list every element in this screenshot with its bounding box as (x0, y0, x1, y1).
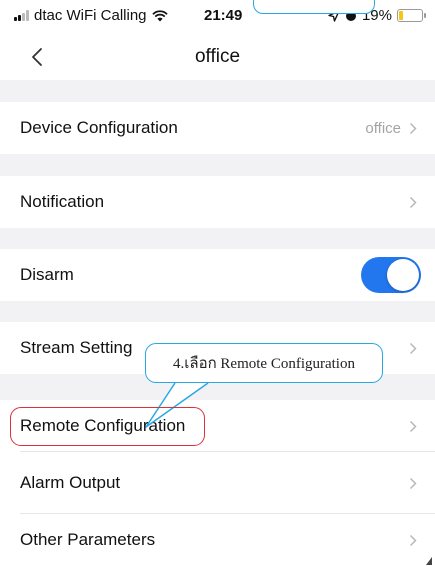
other-parameters-row[interactable]: Other Parameters (0, 514, 435, 566)
page-title: office (194, 46, 241, 67)
status-bar: dtac WiFi Calling 21:49 19% (0, 0, 435, 34)
remote-configuration-right (409, 420, 417, 433)
callout-text: 4.เลือก Remote Configuration (173, 356, 355, 372)
disarm-right (361, 257, 421, 293)
disarm-toggle[interactable] (361, 257, 421, 293)
device-configuration-right: office (365, 120, 417, 137)
battery-icon (397, 9, 426, 22)
carrier-name: dtac WiFi Calling (34, 7, 147, 24)
instruction-callout: 4.เลือก Remote Configuration (145, 343, 383, 383)
disarm-label: Disarm (20, 265, 74, 284)
highlight-box (10, 407, 205, 446)
device-configuration-row[interactable]: Device Configuration office (0, 102, 435, 154)
other-parameters-label: Other Parameters (20, 530, 156, 549)
nav-bar: office (0, 34, 435, 80)
notification-right (409, 196, 417, 209)
alarm-output-label: Alarm Output (20, 473, 121, 492)
notification-label: Notification (20, 192, 105, 211)
status-time: 21:49 (204, 7, 243, 24)
alarm-output-row[interactable]: Alarm Output (0, 452, 435, 514)
chevron-right-icon (409, 420, 417, 432)
chevron-right-icon (409, 342, 417, 354)
device-configuration-label: Device Configuration (20, 118, 178, 137)
stream-setting-label: Stream Setting (20, 338, 133, 357)
status-left: dtac WiFi Calling (14, 7, 168, 24)
alarm-output-right (409, 477, 417, 490)
partial-callout-bubble (253, 0, 375, 14)
disarm-row: Disarm (0, 249, 435, 301)
scroll-arrow-icon (426, 557, 432, 565)
toggle-knob (387, 259, 419, 291)
chevron-right-icon (409, 122, 417, 134)
wifi-icon (151, 9, 168, 21)
signal-icon (14, 10, 29, 21)
other-parameters-right (409, 534, 417, 547)
chevron-right-icon (409, 534, 417, 546)
battery-level-fill (399, 11, 404, 20)
chevron-right-icon (409, 477, 417, 489)
notification-row[interactable]: Notification (0, 176, 435, 228)
device-configuration-value: office (365, 119, 401, 137)
chevron-right-icon (409, 196, 417, 208)
stream-setting-right (409, 342, 417, 355)
